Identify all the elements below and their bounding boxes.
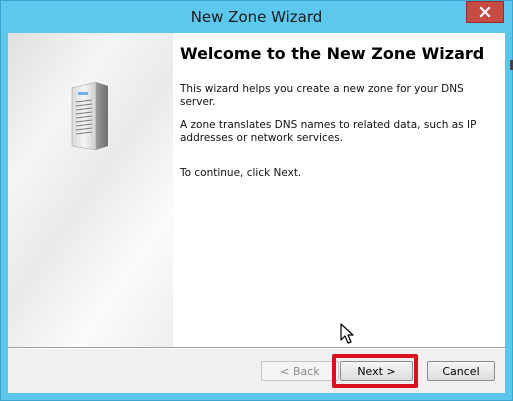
server-icon	[71, 81, 108, 151]
wizard-content: Welcome to the New Zone Wizard This wiza…	[180, 45, 492, 180]
wizard-window: New Zone Wizard Welcome to the New Zone …	[0, 0, 513, 401]
close-icon	[479, 6, 491, 18]
continue-instruction-text: To continue, click Next.	[180, 167, 302, 179]
next-button-highlight	[332, 354, 418, 388]
close-button[interactable]	[466, 1, 504, 23]
button-bar: < Back Next > Cancel	[8, 349, 505, 393]
title-bar[interactable]: New Zone Wizard	[1, 1, 512, 33]
wizard-body: Welcome to the New Zone Wizard This wiza…	[8, 33, 505, 393]
window-title: New Zone Wizard	[190, 8, 323, 26]
wizard-heading: Welcome to the New Zone Wizard	[180, 44, 485, 63]
wizard-side-panel	[8, 33, 173, 347]
intro-text: This wizard helps you create a new zone …	[180, 83, 464, 108]
cancel-button[interactable]: Cancel	[427, 361, 495, 381]
zone-description-text: A zone translates DNS names to related d…	[180, 119, 477, 144]
back-button[interactable]: < Back	[261, 361, 339, 381]
mouse-pointer-icon	[340, 323, 354, 344]
